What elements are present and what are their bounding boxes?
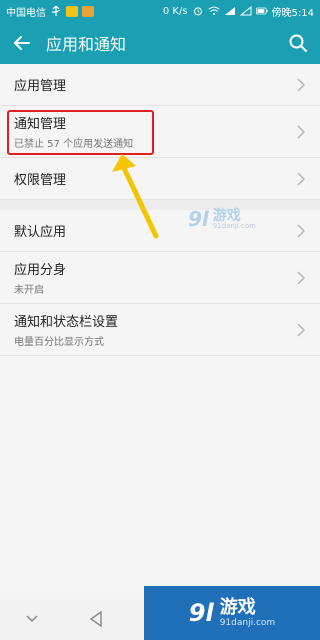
- chevron-right-icon: [297, 125, 305, 138]
- app-notification-icon-2: [82, 5, 94, 17]
- list-item-title: 应用分身: [14, 263, 67, 278]
- chevron-down-icon: [26, 615, 38, 622]
- arrow-left-icon: [14, 36, 30, 50]
- list-item-title: 权限管理: [14, 173, 67, 188]
- list-item-subtitle: 电量百分比显示方式: [14, 337, 104, 348]
- highlight-box: [7, 110, 154, 155]
- signal-icon-2: [239, 6, 252, 16]
- alarm-icon: [193, 7, 202, 16]
- pointer-arrow-icon: [112, 154, 159, 239]
- battery-icon: [255, 7, 268, 15]
- network-speed: 0 K/s: [162, 5, 188, 17]
- app-bar: 应用和通知: [0, 22, 320, 64]
- chevron-right-icon: [297, 78, 305, 91]
- list-item-title: 通知和状态栏设置: [14, 315, 119, 330]
- clock: 傍晚5:14: [271, 7, 314, 19]
- nav-down-button[interactable]: [0, 598, 64, 640]
- back-triangle-icon: [89, 611, 102, 627]
- list-item-app-management[interactable]: 应用管理: [0, 64, 320, 106]
- chevron-right-icon: [297, 172, 305, 185]
- list-item-title: 默认应用: [14, 225, 67, 240]
- status-right: 0 K/s 傍晚5:14: [163, 4, 314, 19]
- search-button[interactable]: [276, 22, 320, 64]
- corner-brand-url: 91danji.com: [219, 617, 276, 628]
- signal-icon: [224, 7, 235, 15]
- wifi-icon: [208, 6, 220, 16]
- back-button[interactable]: [0, 22, 44, 64]
- search-icon: [289, 34, 307, 52]
- status-bar: 中国电信 0 K/s 傍晚5:14: [0, 0, 320, 22]
- chevron-right-icon: [297, 271, 305, 284]
- list-item-app-twin[interactable]: 应用分身 未开启: [0, 252, 320, 304]
- list-item-title: 应用管理: [14, 79, 67, 94]
- app-notification-icon: [66, 5, 78, 17]
- usb-icon: [52, 6, 61, 16]
- list-item-notification-statusbar-settings[interactable]: 通知和状态栏设置 电量百分比显示方式: [0, 304, 320, 356]
- corner-brand-logo: 9l: [188, 599, 214, 627]
- watermark-name: 游戏: [212, 207, 241, 224]
- corner-brand-name: 游戏: [219, 596, 256, 618]
- nav-back-button[interactable]: [64, 598, 128, 640]
- list-item-subtitle: 未开启: [14, 285, 44, 296]
- watermark-url: 91danji.com: [212, 221, 256, 230]
- corner-brand-watermark: 9l 游戏 91danji.com: [144, 586, 320, 640]
- status-left: 中国电信: [6, 4, 94, 19]
- watermark-logo: 9l: [188, 207, 209, 231]
- page-title: 应用和通知: [46, 35, 127, 54]
- watermark: 9l 游戏 91danji.com: [188, 204, 298, 234]
- chevron-right-icon: [297, 323, 305, 336]
- carrier-label: 中国电信: [6, 7, 46, 19]
